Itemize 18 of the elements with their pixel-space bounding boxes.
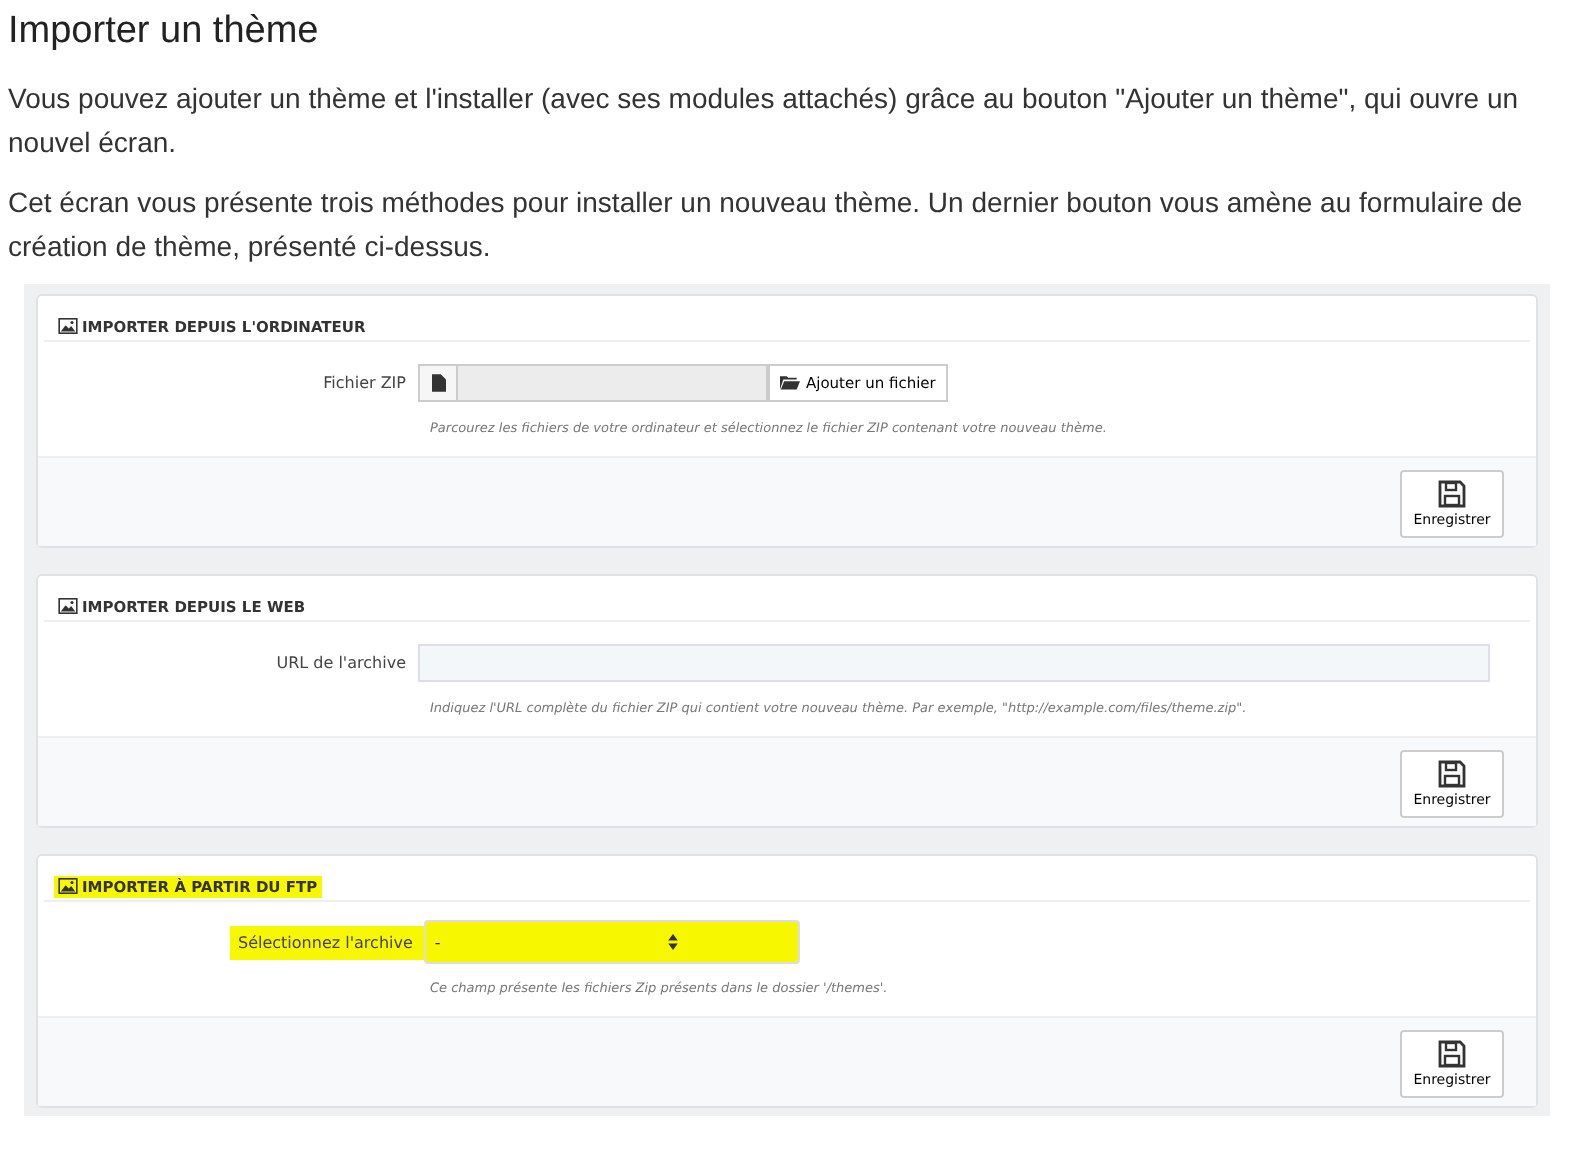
save-icon xyxy=(1438,480,1466,508)
image-icon xyxy=(58,878,78,894)
page-heading: Importer un thème xyxy=(8,8,321,56)
field-label: Sélectionnez l'archive xyxy=(230,925,425,959)
field-label: Fichier ZIP xyxy=(321,373,408,391)
field-label: URL de l'archive xyxy=(274,653,408,671)
select-caret-icon xyxy=(668,934,679,950)
paragraph: Cet écran vous présente trois méthodes pour installer un nouveau thème. Un dernier bouton vous amène au formulaire de création de thème, présenté ci-dessus. xyxy=(8,184,1525,266)
file-icon xyxy=(418,363,458,401)
file-field[interactable] xyxy=(458,363,768,401)
save-icon xyxy=(1438,1040,1466,1068)
archive-select[interactable]: - xyxy=(424,920,801,964)
paragraph: Vous pouvez ajouter un thème et l'installer (avec ses modules attachés) grâce au bouton "Ajouter un thème", qui ouvre un nouvel écran. xyxy=(8,80,1521,162)
image-icon xyxy=(58,318,78,334)
url-field[interactable] xyxy=(418,643,1490,681)
image-icon xyxy=(58,598,78,614)
save-icon xyxy=(1438,760,1466,788)
folder-icon xyxy=(780,374,800,390)
